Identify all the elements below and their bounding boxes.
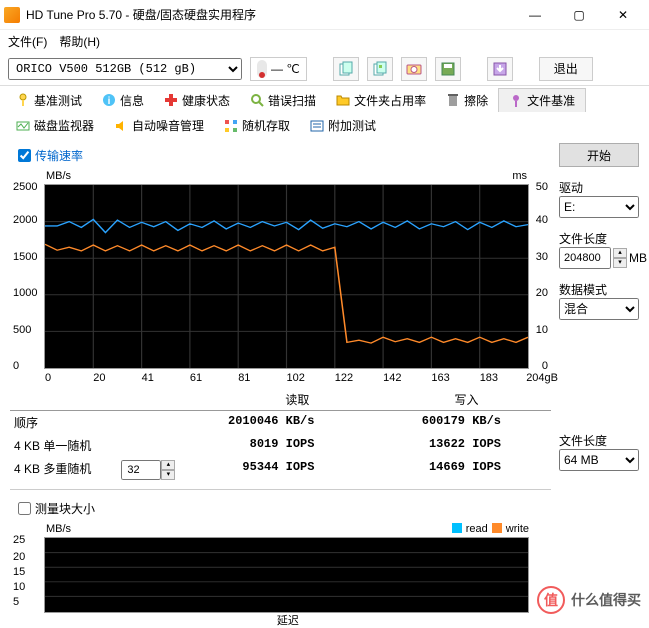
menu-file[interactable]: 文件(F) xyxy=(8,33,47,50)
block-size-checkbox[interactable] xyxy=(18,502,31,515)
temperature-display: — ℃ xyxy=(250,57,307,81)
table-row: 4 KB 单一随机8019 IOPS13622 IOPS xyxy=(10,434,551,457)
tab-info[interactable]: i信息 xyxy=(92,88,154,112)
transfer-rate-checkbox[interactable] xyxy=(18,149,31,162)
y-axis-left-unit: MB/s xyxy=(46,170,71,182)
transfer-rate-label: 传输速率 xyxy=(35,147,83,164)
queue-depth-input[interactable] xyxy=(121,460,161,480)
tab-extra-tests[interactable]: 附加测试 xyxy=(300,114,386,137)
tab-benchmark[interactable]: 基准测试 xyxy=(6,88,92,112)
window-title: HD Tune Pro 5.70 - 硬盘/固态硬盘实用程序 xyxy=(26,6,513,23)
start-button[interactable]: 开始 xyxy=(559,143,639,167)
app-icon xyxy=(4,7,20,23)
screenshot-button[interactable] xyxy=(401,57,427,81)
tab-random-access[interactable]: 随机存取 xyxy=(214,114,300,137)
y-axis-right-unit: ms xyxy=(512,170,527,182)
watermark-icon: 值 xyxy=(537,586,565,614)
tab-health[interactable]: 健康状态 xyxy=(154,88,240,112)
tab-file-benchmark[interactable]: 文件基准 xyxy=(498,88,586,112)
len-up[interactable]: ▴ xyxy=(613,248,627,258)
data-mode-label: 数据模式 xyxy=(559,281,639,298)
save-button[interactable] xyxy=(435,57,461,81)
tab-aam[interactable]: 自动噪音管理 xyxy=(104,114,214,137)
temperature-value: — ℃ xyxy=(271,62,300,76)
close-button[interactable]: ✕ xyxy=(601,1,645,29)
data-mode-select[interactable]: 混合 xyxy=(559,298,639,320)
transfer-rate-chart: 2500 2000 1500 1000 500 0 50 40 30 20 10… xyxy=(44,184,529,369)
qd-down[interactable]: ▾ xyxy=(161,470,175,480)
exit-button[interactable]: 退出 xyxy=(539,57,593,81)
thermometer-icon xyxy=(257,60,267,78)
tab-disk-monitor[interactable]: 磁盘监视器 xyxy=(6,114,104,137)
chart2-legend: read write xyxy=(452,523,529,535)
tab-erase[interactable]: 擦除 xyxy=(436,88,498,112)
len-down[interactable]: ▾ xyxy=(613,258,627,268)
block-size-label: 测量块大小 xyxy=(35,500,95,517)
results-table: 读取写入 顺序2010046 KB/s600179 KB/s 4 KB 单一随机… xyxy=(10,391,551,483)
block-size-chart: 25 20 15 10 5 延迟 xyxy=(44,537,529,613)
drive-select[interactable]: ORICO V500 512GB (512 gB) xyxy=(8,58,242,80)
maximize-button[interactable]: ▢ xyxy=(557,1,601,29)
table-row: 4 KB 多重随机▴▾95344 IOPS14669 IOPS xyxy=(10,457,551,483)
menu-help[interactable]: 帮助(H) xyxy=(59,33,100,50)
file-length-2-select[interactable]: 64 MB xyxy=(559,449,639,471)
file-length-2-label: 文件长度 xyxy=(559,432,639,449)
y-axis-left-unit-2: MB/s xyxy=(46,523,71,535)
table-row: 顺序2010046 KB/s600179 KB/s xyxy=(10,411,551,434)
watermark: 值 什么值得买 xyxy=(537,586,641,614)
drive-letter-select[interactable]: E: xyxy=(559,196,639,218)
load-button[interactable] xyxy=(487,57,513,81)
minimize-button[interactable]: — xyxy=(513,1,557,29)
tab-error-scan[interactable]: 错误扫描 xyxy=(240,88,326,112)
file-length-input[interactable] xyxy=(559,247,611,269)
copy-screenshot-button[interactable] xyxy=(367,57,393,81)
tab-folder-usage[interactable]: 文件夹占用率 xyxy=(326,88,436,112)
svg-text:i: i xyxy=(108,96,111,107)
file-length-label: 文件长度 xyxy=(559,230,639,247)
qd-up[interactable]: ▴ xyxy=(161,460,175,470)
drive-label: 驱动 xyxy=(559,179,639,196)
copy-info-button[interactable] xyxy=(333,57,359,81)
